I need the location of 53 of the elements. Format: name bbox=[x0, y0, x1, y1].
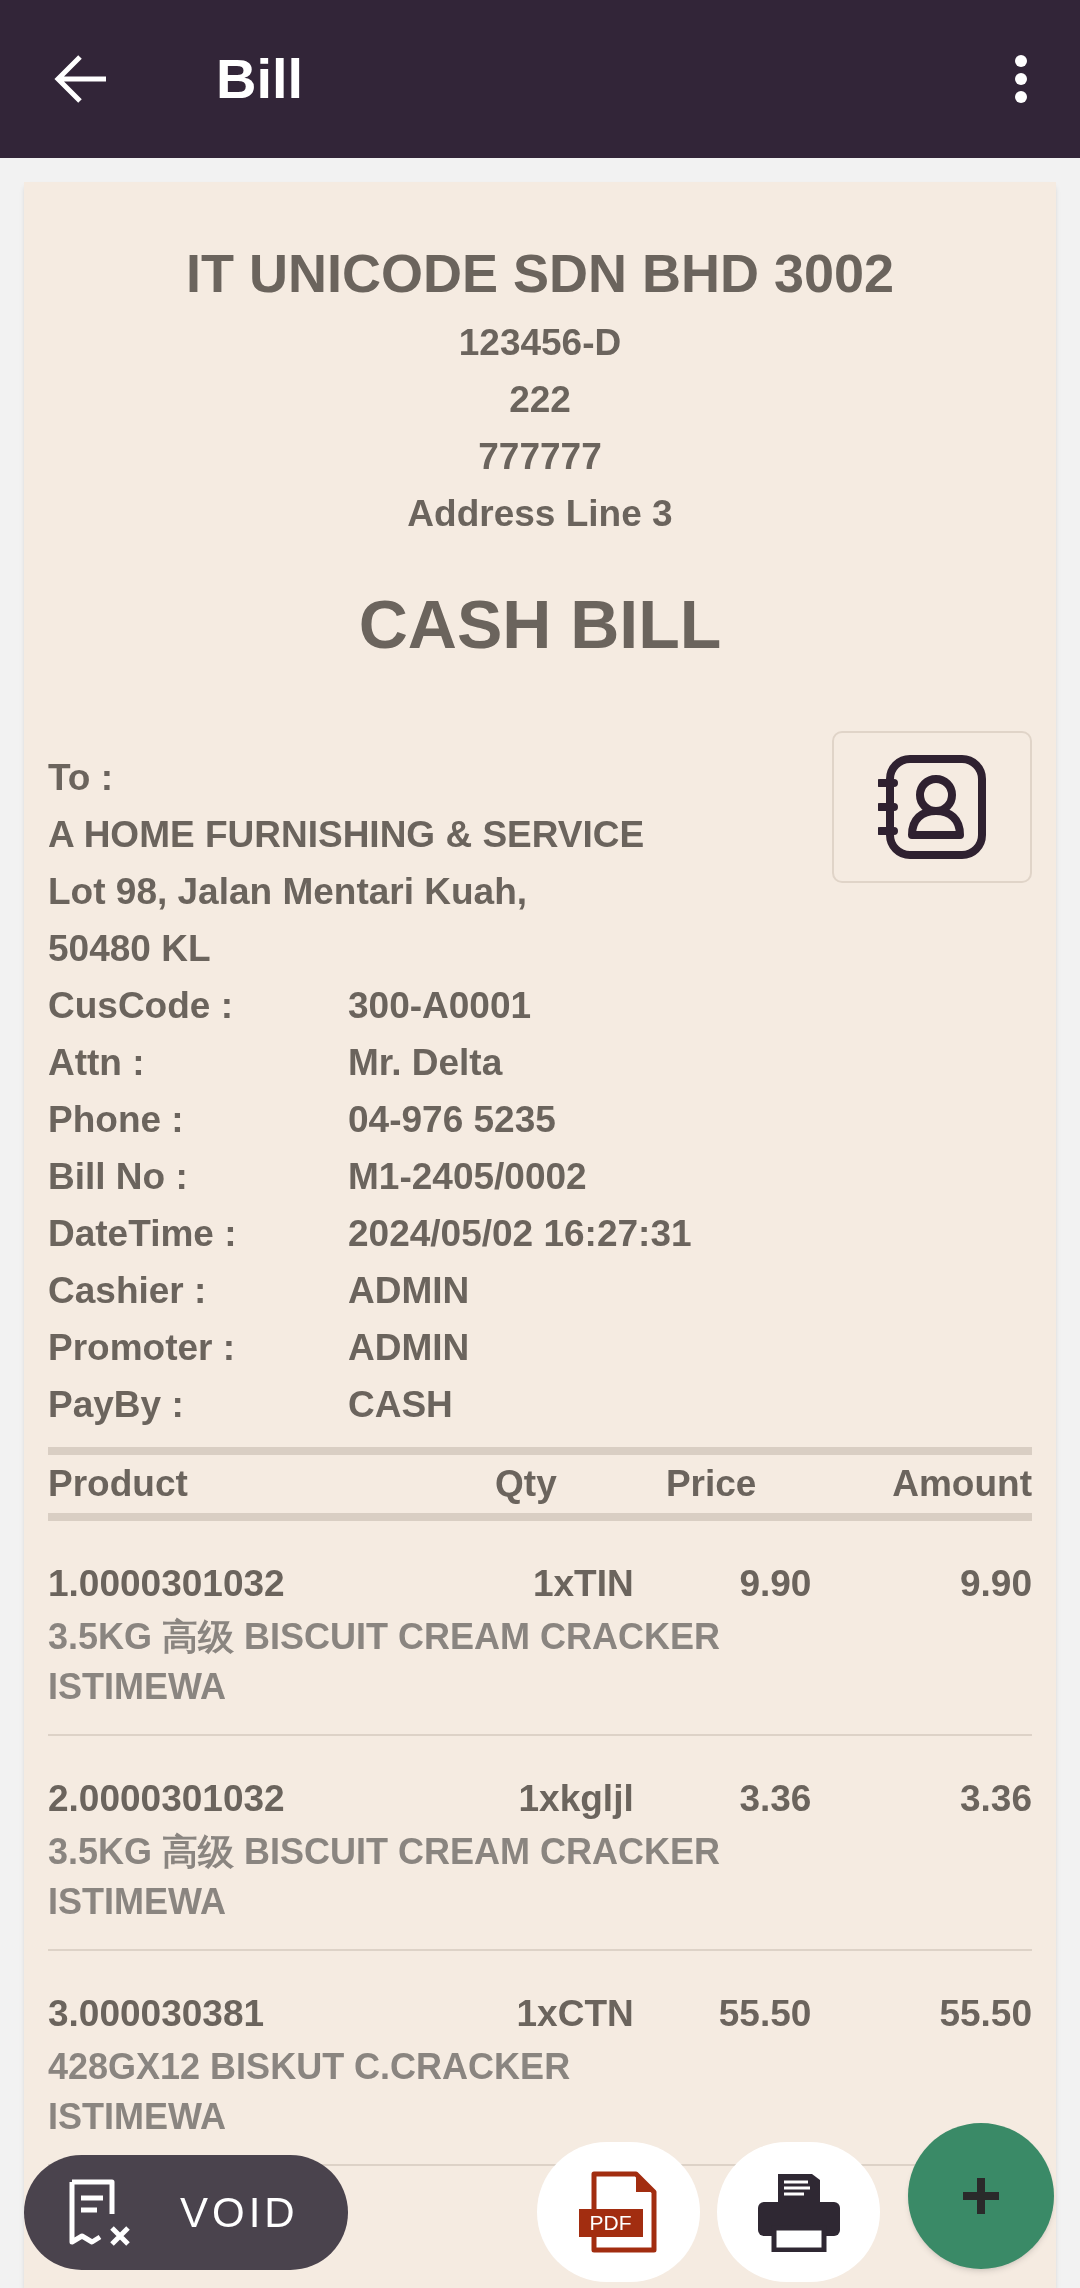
field-value: 2024/05/02 16:27:31 bbox=[348, 1212, 692, 1256]
field-value: ADMIN bbox=[348, 1269, 470, 1313]
void-button[interactable]: VOID bbox=[24, 2155, 348, 2270]
company-name: IT UNICODE SDN BHD 3002 bbox=[185, 242, 895, 304]
plus-icon bbox=[961, 2176, 1001, 2216]
document-title: CASH BILL bbox=[358, 585, 722, 664]
company-detail: 222 bbox=[509, 378, 571, 422]
more-options-icon[interactable] bbox=[1014, 54, 1028, 104]
field-value: ADMIN bbox=[348, 1326, 470, 1370]
company-detail: 777777 bbox=[478, 435, 602, 479]
quantity-cell-text: 1xCTN bbox=[515, 1992, 634, 2036]
product-code: 2.0000301032 bbox=[48, 1777, 286, 1821]
product-code: 1.0000301032 bbox=[48, 1562, 286, 1606]
contact-book-button[interactable] bbox=[832, 731, 1032, 883]
product-description: 3.5KG 高级 BISCUIT CREAM CRACKER ISTIMEWA bbox=[48, 1615, 722, 1709]
quantity-cell-text: 1xkgljl bbox=[517, 1777, 634, 1821]
field-value: Mr. Delta bbox=[348, 1041, 503, 1085]
field-label: To : bbox=[48, 756, 115, 800]
field-label: Promoter : bbox=[48, 1326, 237, 1370]
price-cell-text: 9.90 bbox=[738, 1562, 812, 1606]
field-label: CusCode : bbox=[48, 984, 234, 1028]
quantity-cell-text: 1xTIN bbox=[531, 1562, 634, 1606]
field-value: CASH bbox=[348, 1383, 453, 1427]
customer-address: 50480 KL bbox=[48, 927, 212, 971]
product-description: 3.5KG 高级 BISCUIT CREAM CRACKER ISTIMEWA bbox=[48, 1830, 722, 1924]
field-value: M1-2405/0002 bbox=[348, 1155, 587, 1199]
printer-icon bbox=[757, 2172, 840, 2252]
field-value: 04-976 5235 bbox=[348, 1098, 556, 1142]
field-label: Bill No : bbox=[48, 1155, 189, 1199]
amount-cell-text: 9.90 bbox=[959, 1562, 1032, 1606]
field-label: Cashier : bbox=[48, 1269, 208, 1313]
field-label: Phone : bbox=[48, 1098, 185, 1142]
customer-address: Lot 98, Jalan Mentari Kuah, bbox=[48, 870, 529, 914]
column-header: Price bbox=[665, 1462, 758, 1507]
amount-cell-text: 3.36 bbox=[959, 1777, 1032, 1821]
product-code: 3.000030381 bbox=[48, 1992, 266, 2036]
back-arrow-icon[interactable] bbox=[52, 54, 108, 104]
price-cell-text: 3.36 bbox=[738, 1777, 812, 1821]
column-header: Qty bbox=[495, 1462, 558, 1507]
page-title: Bill bbox=[216, 51, 304, 107]
contact-book-icon bbox=[878, 755, 986, 859]
company-detail: Address Line 3 bbox=[407, 492, 673, 536]
column-header: Product bbox=[48, 1462, 189, 1507]
company-detail: 123456-D bbox=[458, 321, 622, 365]
product-description: 428GX12 BISKUT C.CRACKER ISTIMEWA bbox=[48, 2045, 572, 2139]
amount-cell-text: 55.50 bbox=[938, 1992, 1032, 2036]
field-label: Attn : bbox=[48, 1041, 146, 1085]
price-cell-text: 55.50 bbox=[717, 1992, 812, 2036]
customer-address: A HOME FURNISHING & SERVICE bbox=[48, 813, 646, 857]
field-value: 300-A0001 bbox=[348, 984, 532, 1028]
field-label: DateTime : bbox=[48, 1212, 238, 1256]
field-label: PayBy : bbox=[48, 1383, 185, 1427]
column-header: Amount bbox=[891, 1462, 1032, 1507]
